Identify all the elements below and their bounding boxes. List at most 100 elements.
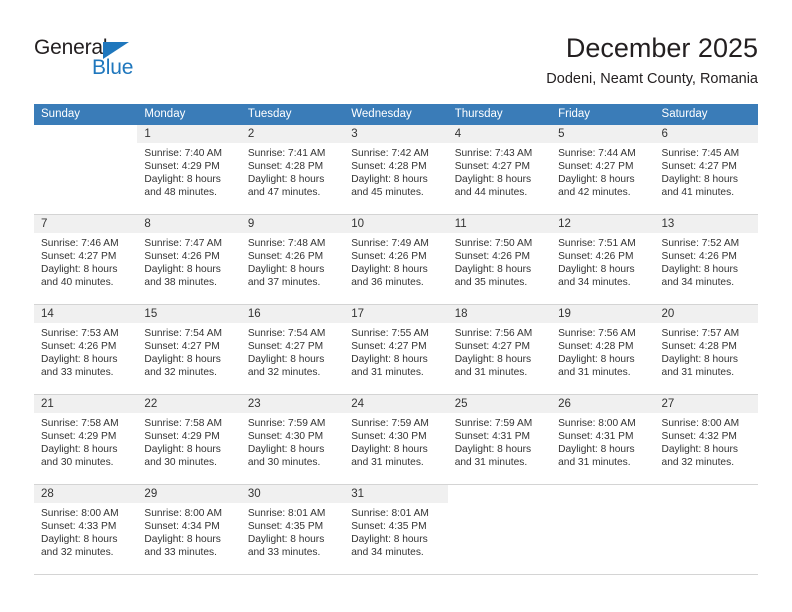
calendar-day-cell[interactable]: 21 Sunrise: 7:58 AM Sunset: 4:29 PM Dayligh… <box>34 395 138 484</box>
calendar-day-cell[interactable]: 28 Sunrise: 8:00 AM Sunset: 4:33 PM Dayligh… <box>34 485 138 574</box>
calendar-day-cell[interactable]: 8 Sunrise: 7:47 AM Sunset: 4:26 PM Daylight… <box>137 215 241 304</box>
day-number: 10 <box>344 215 448 233</box>
calendar-day-cell[interactable]: 22 Sunrise: 7:58 AM Sunset: 4:29 PM Dayligh… <box>137 395 241 484</box>
daylight-text-line1: Daylight: 8 hours <box>144 354 221 366</box>
calendar-day-cell[interactable]: 1 Sunrise: 7:40 AM Sunset: 4:29 PM Daylight… <box>137 125 241 214</box>
day-details: Sunrise: 7:46 AM Sunset: 4:27 PM Daylight:… <box>34 233 137 289</box>
calendar-day-cell[interactable]: 13 Sunrise: 7:52 AM Sunset: 4:26 PM Dayligh… <box>654 215 758 304</box>
day-number: 20 <box>654 305 758 323</box>
calendar-week-row: 21 Sunrise: 7:58 AM Sunset: 4:29 PM Dayligh… <box>34 395 758 485</box>
sunrise-text: Sunrise: 7:58 AM <box>144 418 223 429</box>
calendar-day-cell[interactable]: 30 Sunrise: 8:01 AM Sunset: 4:35 PM Dayligh… <box>240 485 345 574</box>
weekday-friday: Friday <box>558 108 591 120</box>
sunrise-text: Sunrise: 7:46 AM <box>41 238 119 249</box>
calendar-day-cell[interactable]: 11 Sunrise: 7:50 AM Sunset: 4:26 PM Dayligh… <box>447 215 552 304</box>
calendar-day-cell[interactable]: 2 Sunrise: 7:41 AM Sunset: 4:28 PM Daylight… <box>240 125 345 214</box>
daylight-text-line1: Daylight: 8 hours <box>247 444 325 456</box>
calendar-day-cell[interactable]: 19 Sunrise: 7:56 AM Sunset: 4:28 PM Dayligh… <box>551 305 655 394</box>
daylight-text-line2: and 30 minutes. <box>144 457 217 469</box>
sunset-text: Sunset: 4:27 PM <box>247 341 324 353</box>
calendar-week-row: 14 Sunrise: 7:53 AM Sunset: 4:26 PM Dayligh… <box>34 305 758 395</box>
daylight-text-line1: Daylight: 8 hours <box>144 264 221 276</box>
day-details: Sunrise: 7:55 AM Sunset: 4:27 PM Daylight:… <box>344 323 447 379</box>
daylight-text-line2: and 30 minutes. <box>247 457 321 469</box>
calendar-day-cell[interactable]: 23 Sunrise: 7:59 AM Sunset: 4:30 PM Dayligh… <box>240 395 345 484</box>
calendar-day-cell[interactable]: 6 Sunrise: 7:45 AM Sunset: 4:27 PM Daylight… <box>654 125 758 214</box>
sunset-text: Sunset: 4:27 PM <box>144 341 220 353</box>
sunset-text: Sunset: 4:26 PM <box>661 251 737 263</box>
sunset-text: Sunset: 4:26 PM <box>454 251 531 263</box>
calendar-day-cell[interactable]: 20 Sunrise: 7:57 AM Sunset: 4:28 PM Dayligh… <box>654 305 758 394</box>
daylight-text-line1: Daylight: 8 hours <box>351 264 428 276</box>
sunset-text: Sunset: 4:29 PM <box>144 431 220 443</box>
sunset-text: Sunset: 4:26 PM <box>247 251 324 263</box>
calendar-day-cell[interactable]: 15 Sunrise: 7:54 AM Sunset: 4:27 PM Dayligh… <box>137 305 241 394</box>
daylight-text-line2: and 33 minutes. <box>247 547 321 559</box>
day-details: Sunrise: 7:57 AM Sunset: 4:28 PM Daylight:… <box>655 323 758 379</box>
calendar-page: General Blue December 2025 Dodeni, Neamt… <box>0 0 792 612</box>
calendar-day-cell[interactable]: 9 Sunrise: 7:48 AM Sunset: 4:26 PM Daylight… <box>240 215 345 304</box>
day-number: 22 <box>137 395 241 413</box>
calendar-day-cell[interactable]: 29 Sunrise: 8:00 AM Sunset: 4:34 PM Dayligh… <box>137 485 241 574</box>
calendar-day-cell[interactable]: 16 Sunrise: 7:54 AM Sunset: 4:27 PM Dayligh… <box>240 305 345 394</box>
daylight-text-line2: and 35 minutes. <box>454 277 528 289</box>
day-number: 19 <box>551 305 655 323</box>
calendar-day-cell[interactable]: 7 Sunrise: 7:46 AM Sunset: 4:27 PM Daylight… <box>34 215 138 304</box>
daylight-text-line1: Daylight: 8 hours <box>558 174 635 186</box>
calendar-day-cell[interactable]: 3 Sunrise: 7:42 AM Sunset: 4:28 PM Daylight… <box>344 125 448 214</box>
calendar-day-cell[interactable]: 25 Sunrise: 7:59 AM Sunset: 4:31 PM Dayligh… <box>447 395 552 484</box>
day-number: 6 <box>654 125 758 143</box>
daylight-text-line2: and 48 minutes. <box>144 187 217 199</box>
calendar-week-row: 7 Sunrise: 7:46 AM Sunset: 4:27 PM Daylight… <box>34 215 758 305</box>
daylight-text-line2: and 33 minutes. <box>41 367 114 379</box>
daylight-text-line2: and 31 minutes. <box>351 457 424 469</box>
calendar-day-cell[interactable]: 27 Sunrise: 8:00 AM Sunset: 4:32 PM Dayligh… <box>654 395 758 484</box>
general-blue-logo[interactable]: General Blue <box>34 36 204 86</box>
day-number: 25 <box>447 395 552 413</box>
calendar-day-cell[interactable]: 5 Sunrise: 7:44 AM Sunset: 4:27 PM Daylight… <box>551 125 655 214</box>
day-number: 3 <box>344 125 448 143</box>
day-details: Sunrise: 7:43 AM Sunset: 4:27 PM Daylight:… <box>448 143 551 199</box>
daylight-text-line1: Daylight: 8 hours <box>661 174 738 186</box>
day-number: 5 <box>551 125 655 143</box>
calendar-day-cell[interactable]: 26 Sunrise: 8:00 AM Sunset: 4:31 PM Dayligh… <box>551 395 655 484</box>
sunrise-text: Sunrise: 7:58 AM <box>41 418 119 429</box>
calendar-day-cell[interactable]: 31 Sunrise: 8:01 AM Sunset: 4:35 PM Dayligh… <box>344 485 448 574</box>
page-title: December 2025 <box>565 33 758 63</box>
daylight-text-line2: and 31 minutes. <box>558 457 631 469</box>
sunset-text: Sunset: 4:30 PM <box>247 431 324 443</box>
day-details: Sunrise: 7:42 AM Sunset: 4:28 PM Daylight:… <box>344 143 447 199</box>
sunrise-text: Sunrise: 7:59 AM <box>454 418 533 429</box>
calendar-day-cell[interactable]: 18 Sunrise: 7:56 AM Sunset: 4:27 PM Dayligh… <box>447 305 552 394</box>
sunrise-text: Sunrise: 7:59 AM <box>351 418 429 429</box>
weekday-tuesday: Tuesday <box>247 108 292 120</box>
calendar-day-cell[interactable]: 4 Sunrise: 7:43 AM Sunset: 4:27 PM Daylight… <box>447 125 552 214</box>
sunrise-text: Sunrise: 8:00 AM <box>558 418 636 429</box>
sunset-text: Sunset: 4:29 PM <box>144 161 220 173</box>
calendar-day-cell[interactable]: 24 Sunrise: 7:59 AM Sunset: 4:30 PM Dayligh… <box>344 395 448 484</box>
sunrise-text: Sunrise: 7:55 AM <box>351 328 429 339</box>
calendar-day-cell[interactable]: 10 Sunrise: 7:49 AM Sunset: 4:26 PM Dayligh… <box>344 215 448 304</box>
daylight-text-line2: and 32 minutes. <box>144 367 217 379</box>
day-number: 13 <box>654 215 758 233</box>
sunrise-text: Sunrise: 7:43 AM <box>454 148 533 159</box>
sunrise-text: Sunrise: 7:47 AM <box>144 238 223 249</box>
day-details: Sunrise: 7:45 AM Sunset: 4:27 PM Daylight:… <box>655 143 758 199</box>
sunset-text: Sunset: 4:35 PM <box>351 521 427 533</box>
day-details: Sunrise: 7:56 AM Sunset: 4:27 PM Daylight:… <box>448 323 551 379</box>
daylight-text-line1: Daylight: 8 hours <box>41 264 118 276</box>
daylight-text-line2: and 42 minutes. <box>558 187 631 199</box>
day-details: Sunrise: 7:53 AM Sunset: 4:26 PM Daylight:… <box>34 323 137 379</box>
calendar-day-cell[interactable]: 12 Sunrise: 7:51 AM Sunset: 4:26 PM Dayligh… <box>551 215 655 304</box>
daylight-text-line2: and 38 minutes. <box>144 277 217 289</box>
day-details: Sunrise: 7:41 AM Sunset: 4:28 PM Daylight:… <box>241 143 344 199</box>
calendar-day-cell[interactable]: 17 Sunrise: 7:55 AM Sunset: 4:27 PM Dayligh… <box>344 305 448 394</box>
calendar-day-cell[interactable]: 14 Sunrise: 7:53 AM Sunset: 4:26 PM Dayligh… <box>34 305 138 394</box>
sunset-text: Sunset: 4:30 PM <box>351 431 427 443</box>
day-details: Sunrise: 7:59 AM Sunset: 4:30 PM Daylight:… <box>241 413 344 469</box>
sunset-text: Sunset: 4:26 PM <box>558 251 634 263</box>
daylight-text-line1: Daylight: 8 hours <box>454 354 532 366</box>
calendar-day-cell-empty <box>447 485 552 574</box>
day-number <box>551 485 655 503</box>
daylight-text-line2: and 44 minutes. <box>454 187 528 199</box>
